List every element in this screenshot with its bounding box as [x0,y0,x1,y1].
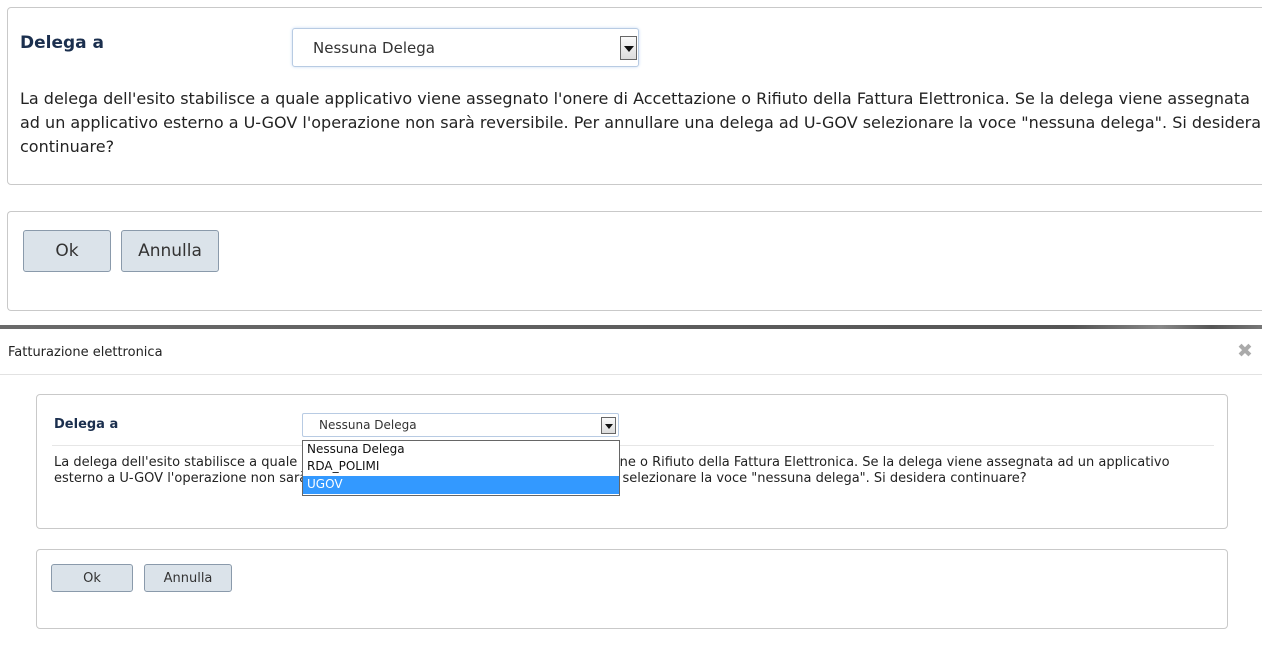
delega-label: Delega a [20,33,105,53]
option-ugov[interactable]: UGOV [303,476,619,494]
fatturazione-dialog: Fatturazione elettronica ✖ Delega a Ness… [0,329,1262,661]
delega-label: Delega a [54,417,119,432]
chevron-down-icon[interactable] [620,36,637,60]
close-icon[interactable]: ✖ [1236,342,1254,361]
ok-button[interactable]: Ok [23,230,111,272]
ok-button[interactable]: Ok [51,564,133,592]
delega-select-value: Nessuna Delega [319,418,417,432]
delega-select[interactable]: Nessuna Delega [302,413,619,437]
annulla-button[interactable]: Annulla [144,564,232,592]
delega-dropdown-list: Nessuna Delega RDA_POLIMI UGOV [302,440,620,496]
delega-select[interactable]: Nessuna Delega [292,28,639,67]
chevron-down-icon[interactable] [601,417,616,434]
zoomed-form-view: Delega a Nessuna Delega La delega dell'e… [0,0,1262,330]
row-divider [52,445,1214,446]
title-divider [0,374,1262,375]
screenshot-root: Delega a Nessuna Delega La delega dell'e… [0,0,1262,661]
dialog-title: Fatturazione elettronica [8,345,163,360]
annulla-button[interactable]: Annulla [121,230,219,272]
option-nessuna-delega[interactable]: Nessuna Delega [303,441,619,458]
delega-description: La delega dell'esito stabilisce a quale … [54,455,1170,486]
delega-select-value: Nessuna Delega [313,39,435,57]
option-rda-polimi[interactable]: RDA_POLIMI [303,458,619,475]
delega-description: La delega dell'esito stabilisce a quale … [20,89,1262,156]
